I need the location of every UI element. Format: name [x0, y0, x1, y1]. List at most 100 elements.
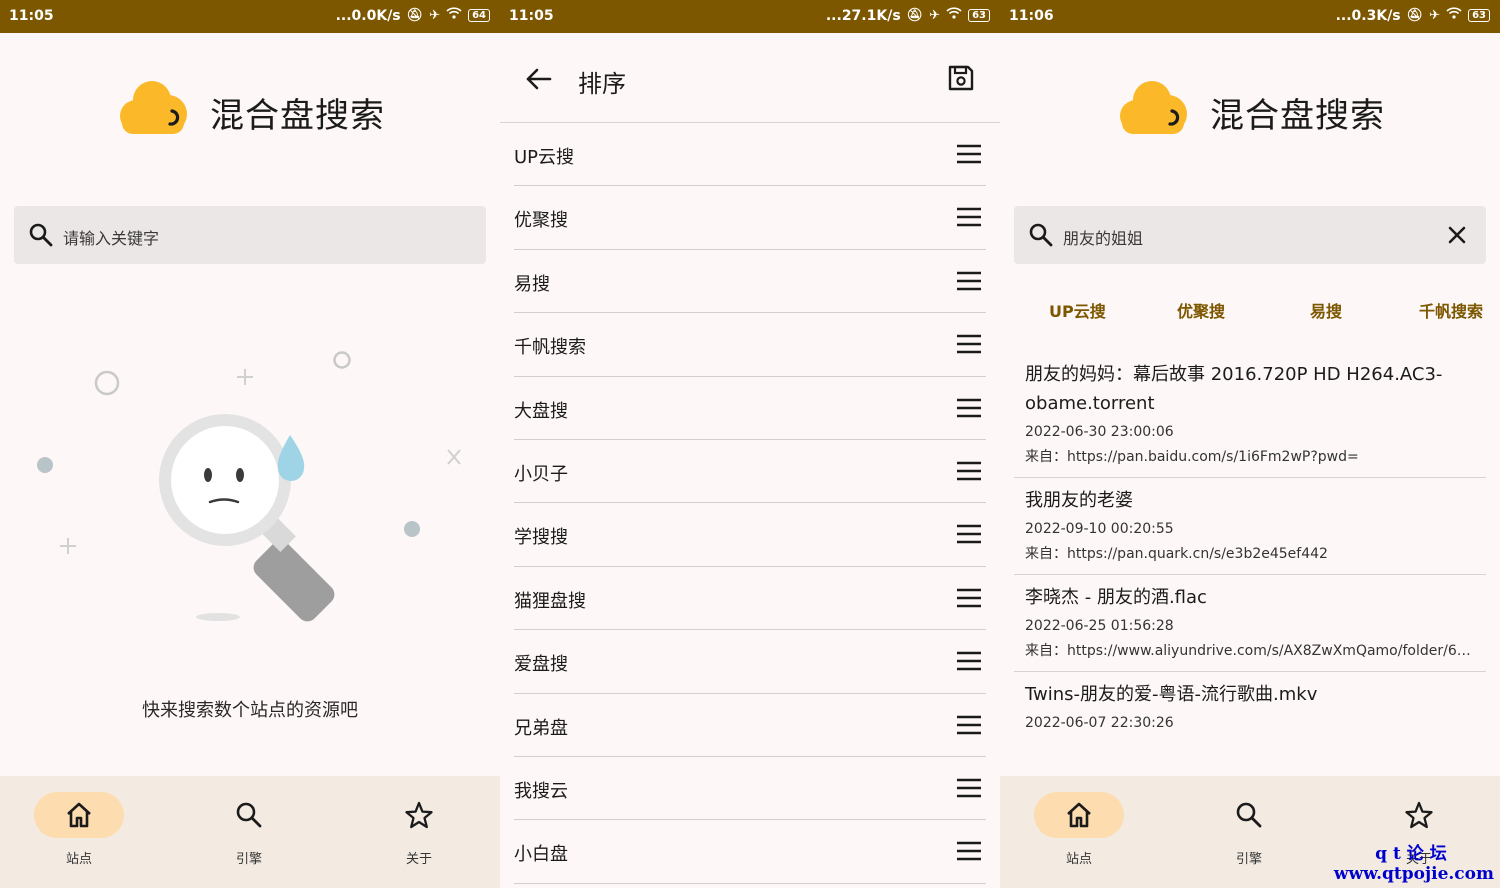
sort-item-label: 大盘搜 [514, 400, 568, 422]
battery-indicator: 63 [1468, 9, 1490, 22]
star-icon [405, 801, 433, 829]
tab-qianfan[interactable]: 千帆搜索 [1419, 298, 1483, 322]
result-time: 2022-06-25 01:56:28 [1025, 618, 1174, 634]
arrow-back-icon[interactable] [524, 64, 554, 94]
watermark-url: www.qtpojie.com [1333, 864, 1494, 884]
nav-engine[interactable]: 引擎 [1189, 776, 1309, 888]
drag-handle-icon[interactable] [956, 523, 982, 545]
drag-handle-icon[interactable] [956, 397, 982, 419]
nav-engine[interactable]: 引擎 [189, 776, 309, 888]
drag-handle-icon[interactable] [956, 270, 982, 292]
drag-handle-icon[interactable] [956, 143, 982, 165]
tab-yisou[interactable]: 易搜 [1310, 298, 1342, 322]
wifi-icon [1446, 7, 1462, 24]
result-item[interactable]: 朋友的妈妈：幕后故事 2016.720P HD H264.AC3-obame.t… [1014, 352, 1486, 478]
search-input[interactable]: 朋友的姐姐 [1014, 206, 1486, 264]
network-speed: ...0.3K/s [1335, 7, 1401, 24]
search-icon [29, 223, 53, 247]
close-icon[interactable] [1446, 224, 1468, 246]
nav-about[interactable]: 关于 [359, 776, 479, 888]
airplane-icon: ✈ [429, 7, 441, 23]
result-item[interactable]: Twins-朋友的爱-粤语-流行歌曲.mkv 2022-06-07 22:30:… [1014, 672, 1486, 743]
sort-item[interactable]: 猫狸盘搜 [514, 567, 986, 631]
mute-icon: 🔕︎ [406, 7, 424, 23]
search-input[interactable]: 请输入关键字 [14, 206, 486, 264]
status-time: 11:06 [1009, 8, 1054, 24]
sort-item[interactable]: 兄弟盘 [514, 694, 986, 757]
empty-state-text: 快来搜索数个站点的资源吧 [142, 700, 358, 721]
sort-item-label: 我搜云 [514, 780, 568, 802]
drag-handle-icon[interactable] [956, 777, 982, 799]
result-title: 我朋友的老婆 [1025, 490, 1133, 511]
home-icon [67, 802, 91, 828]
drag-handle-icon[interactable] [956, 587, 982, 609]
result-time: 2022-09-10 00:20:55 [1025, 521, 1174, 537]
status-time: 11:05 [509, 8, 554, 24]
drag-handle-icon[interactable] [956, 206, 982, 228]
result-title: Twins-朋友的爱-粤语-流行歌曲.mkv [1025, 684, 1318, 705]
sort-item[interactable]: 千帆搜索 [514, 313, 986, 377]
results-screen: 11:06 ...0.3K/s 🔕︎ ✈ 63 混合盘搜索 朋友的姐姐 UP云搜… [1000, 0, 1500, 888]
sort-item[interactable]: 学搜搜 [514, 503, 986, 567]
sort-item[interactable]: UP云搜 [514, 123, 986, 187]
sort-item[interactable]: 爱盘搜 [514, 630, 986, 694]
sort-item[interactable]: 大盘搜 [514, 377, 986, 440]
sort-item-label: 易搜 [514, 273, 550, 295]
airplane-icon: ✈ [929, 7, 941, 23]
save-icon[interactable] [946, 63, 976, 93]
nav-engine-label: 引擎 [235, 852, 262, 867]
result-title: 李晓杰 - 朋友的酒.flac [1025, 587, 1207, 608]
sort-item-label: UP云搜 [514, 147, 575, 168]
watermark-top: qt论坛 [1375, 844, 1453, 864]
battery-indicator: 63 [968, 9, 990, 22]
status-bar: 11:05 ...0.0K/s 🔕︎ ✈ 64 [0, 0, 500, 33]
result-title: 朋友的妈妈：幕后故事 2016.720P HD H264.AC3-obame.t… [1025, 364, 1443, 414]
nav-engine-label: 引擎 [1235, 852, 1262, 867]
drag-handle-icon[interactable] [956, 714, 982, 736]
sort-item[interactable]: 小白盘 [514, 820, 986, 884]
network-speed: ...27.1K/s [825, 7, 901, 24]
network-speed: ...0.0K/s [335, 7, 401, 24]
sort-item[interactable]: 小贝子 [514, 440, 986, 504]
airplane-icon: ✈ [1429, 7, 1441, 23]
status-bar: 11:06 ...0.3K/s 🔕︎ ✈ 63 [1000, 0, 1500, 33]
sort-item-label: 优聚搜 [514, 210, 568, 232]
app-title: 混合盘搜索 [1210, 96, 1385, 136]
nav-about-label: 关于 [405, 852, 432, 867]
drag-handle-icon[interactable] [956, 460, 982, 482]
result-time: 2022-06-30 23:00:06 [1025, 424, 1174, 440]
sort-item-label: 爱盘搜 [514, 654, 568, 676]
result-source: 来自：https://pan.baidu.com/s/1i6Fm2wP?pwd= [1025, 449, 1359, 465]
home-screen: 11:05 ...0.0K/s 🔕︎ ✈ 64 混合盘搜索 请输入关键字 快来搜… [0, 0, 500, 888]
bottom-navigation: 站点 引擎 关于 [0, 776, 500, 888]
empty-state-illustration [37, 351, 461, 622]
cloud-logo-icon [120, 81, 187, 134]
battery-indicator: 64 [468, 9, 490, 22]
search-icon [1236, 802, 1262, 828]
mute-icon: 🔕︎ [906, 7, 924, 23]
drag-handle-icon[interactable] [956, 650, 982, 672]
drag-handle-icon[interactable] [956, 840, 982, 862]
sort-item-label: 猫狸盘搜 [514, 590, 586, 612]
sort-item[interactable]: 易搜 [514, 250, 986, 314]
page-title: 排序 [578, 70, 626, 98]
sort-screen: 11:05 ...27.1K/s 🔕︎ ✈ 63 排序 UP云搜优聚搜易搜千帆搜… [500, 0, 1000, 888]
result-item[interactable]: 我朋友的老婆 2022-09-10 00:20:55 来自：https://pa… [1014, 478, 1486, 575]
star-icon [1405, 801, 1433, 829]
result-item[interactable]: 李晓杰 - 朋友的酒.flac 2022-06-25 01:56:28 来自：h… [1014, 575, 1486, 672]
search-icon [236, 802, 262, 828]
status-bar: 11:05 ...27.1K/s 🔕︎ ✈ 63 [500, 0, 1000, 33]
tab-youjusou[interactable]: 优聚搜 [1177, 298, 1225, 322]
nav-sites[interactable]: 站点 [1019, 776, 1139, 888]
mute-icon: 🔕︎ [1406, 7, 1424, 23]
drag-handle-icon[interactable] [956, 333, 982, 355]
home-icon [1067, 802, 1091, 828]
sort-item[interactable]: 优聚搜 [514, 186, 986, 250]
tab-upyunsou[interactable]: UP云搜 [1049, 298, 1106, 322]
nav-sites[interactable]: 站点 [19, 776, 139, 888]
sort-item-label: 学搜搜 [514, 527, 568, 549]
wifi-icon [946, 7, 962, 24]
status-time: 11:05 [9, 8, 54, 24]
sort-item[interactable]: 我搜云 [514, 757, 986, 821]
app-title: 混合盘搜索 [210, 96, 385, 136]
